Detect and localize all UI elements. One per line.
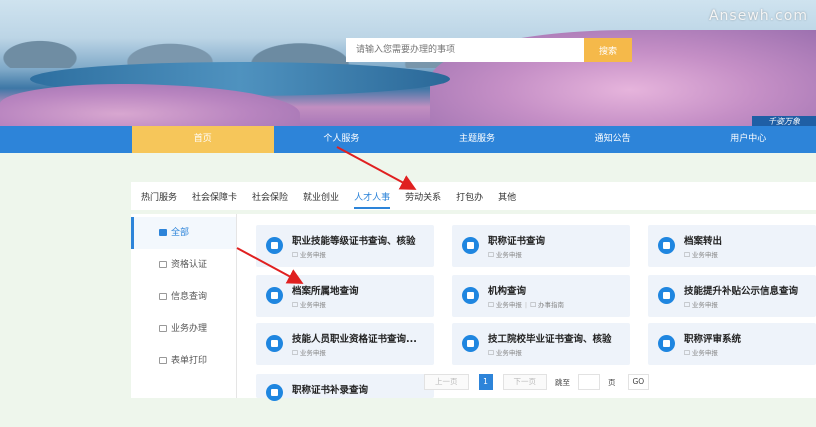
sidebar-item-info-query[interactable]: 信息查询 xyxy=(131,281,236,313)
sidebar-item-qualification[interactable]: 资格认证 xyxy=(131,249,236,281)
card-title: 档案所属地查询 xyxy=(292,286,359,297)
card-title: 机构查询 xyxy=(488,286,527,297)
card-title: 职业技能等级证书查询、核验 xyxy=(292,236,416,247)
service-card-title-supplement[interactable]: 职称证书补录查询 xyxy=(256,374,434,401)
card-tag[interactable]: ☐ 业务申报 xyxy=(292,249,326,259)
service-icon xyxy=(658,335,675,352)
next-page-button[interactable]: 下一页 xyxy=(502,374,547,390)
service-card-technical-school[interactable]: 技工院校毕业证书查询、核验 ☐ 业务申报 xyxy=(452,323,630,365)
sidebar-item-all[interactable]: 全部 xyxy=(131,217,236,249)
tab-hot-services[interactable]: 热门服务 xyxy=(141,190,177,203)
service-card-subsidy-info[interactable]: 技能提升补贴公示信息查询 ☐ 业务申报 xyxy=(648,275,816,317)
briefcase-icon xyxy=(159,325,167,332)
sidebar-item-label: 业务办理 xyxy=(171,324,208,334)
card-title: 技工院校毕业证书查询、核验 xyxy=(488,334,612,345)
card-tag[interactable]: ☐ 业务申报 xyxy=(488,347,522,357)
service-icon xyxy=(266,287,283,304)
tab-social-security-card[interactable]: 社会保障卡 xyxy=(192,190,237,203)
service-card-archive-out[interactable]: 档案转出 ☐ 业务申报 xyxy=(648,225,816,267)
card-tag[interactable]: ☐ 业务申报 xyxy=(684,249,718,259)
grid-icon xyxy=(159,229,167,236)
card-tag[interactable]: ☐ 业务申报 xyxy=(488,249,522,259)
sidebar-item-label: 资格认证 xyxy=(171,260,208,270)
hero-banner: Ansewh.com 千姿万象 xyxy=(0,0,816,126)
nav-item-theme-service[interactable]: 主题服务 xyxy=(409,126,545,153)
service-card-skill-qualification[interactable]: 技能人员职业资格证书查询... ☐ 业务申报 xyxy=(256,323,434,365)
card-title: 档案转出 xyxy=(684,236,723,247)
service-card-title-cert[interactable]: 职称证书查询 ☐ 业务申报 xyxy=(452,225,630,267)
card-title: 技能人员职业资格证书查询... xyxy=(292,334,417,345)
service-icon xyxy=(658,287,675,304)
service-icon xyxy=(462,335,479,352)
tab-talent-personnel[interactable]: 人才人事 xyxy=(354,190,391,209)
page-label: 页 xyxy=(608,377,616,387)
page-number-current[interactable]: 1 xyxy=(478,374,493,390)
service-card-agency-query[interactable]: 机构查询 ☐ 业务申报 | ☐ 办事指南 xyxy=(452,275,630,317)
card-title: 职称证书查询 xyxy=(488,236,546,247)
tab-labor-relations[interactable]: 劳动关系 xyxy=(405,190,441,203)
service-icon xyxy=(266,384,283,401)
card-tag[interactable]: ☐ 业务申报 xyxy=(684,347,718,357)
service-icon xyxy=(266,237,283,254)
id-card-icon xyxy=(159,261,167,268)
sidebar-item-label: 信息查询 xyxy=(171,292,208,302)
sidebar-item-business[interactable]: 业务办理 xyxy=(131,313,236,345)
nav-item-notice[interactable]: 通知公告 xyxy=(545,126,681,153)
pagination: 上一页 1 下一页 跳至 页 GO xyxy=(424,374,650,390)
jump-label: 跳至 xyxy=(555,377,570,387)
card-tags[interactable]: ☐ 业务申报 | ☐ 办事指南 xyxy=(488,299,564,309)
tab-employment[interactable]: 就业创业 xyxy=(303,190,339,203)
tab-social-insurance[interactable]: 社会保险 xyxy=(252,190,288,203)
service-icon xyxy=(462,237,479,254)
card-tag[interactable]: ☐ 业务申报 xyxy=(684,299,718,309)
nav-item-personal-service[interactable]: 个人服务 xyxy=(274,126,410,153)
tab-other[interactable]: 其他 xyxy=(498,190,516,203)
main-nav: 首页 个人服务 主题服务 通知公告 用户中心 xyxy=(0,126,816,153)
printer-icon xyxy=(159,357,167,364)
document-icon xyxy=(159,293,167,300)
search-button[interactable]: 搜索 xyxy=(584,38,632,62)
service-icon xyxy=(462,287,479,304)
tab-package[interactable]: 打包办 xyxy=(456,190,483,203)
service-card-title-review[interactable]: 职称评审系统 ☐ 业务申报 xyxy=(648,323,816,365)
watermark-text: Ansewh.com xyxy=(708,8,808,24)
card-title: 职称证书补录查询 xyxy=(292,385,369,396)
sidebar-item-form-print[interactable]: 表单打印 xyxy=(131,345,236,377)
sidebar-item-label: 全部 xyxy=(171,228,190,238)
banner-slogan: 千姿万象 xyxy=(752,116,816,126)
service-card-archive-location[interactable]: 档案所属地查询 ☐ 业务申报 xyxy=(256,275,434,317)
page-jump-input[interactable] xyxy=(578,374,600,390)
service-icon xyxy=(658,237,675,254)
category-tabs: 热门服务 社会保障卡 社会保险 就业创业 人才人事 劳动关系 打包办 其他 xyxy=(131,182,816,210)
service-icon xyxy=(266,335,283,352)
nav-item-user-center[interactable]: 用户中心 xyxy=(680,126,816,153)
service-card-skill-cert[interactable]: 职业技能等级证书查询、核验 ☐ 业务申报 xyxy=(256,225,434,267)
sidebar-item-label: 表单打印 xyxy=(171,356,208,366)
prev-page-button[interactable]: 上一页 xyxy=(424,374,469,390)
go-button[interactable]: GO xyxy=(627,374,650,390)
nav-item-home[interactable]: 首页 xyxy=(132,126,274,153)
card-title: 职称评审系统 xyxy=(684,334,742,345)
sidebar: 全部 资格认证 信息查询 业务办理 表单打印 xyxy=(131,214,237,398)
search-input[interactable] xyxy=(346,38,584,62)
card-tag[interactable]: ☐ 业务申报 xyxy=(292,299,326,309)
card-title: 技能提升补贴公示信息查询 xyxy=(684,286,799,297)
card-tag[interactable]: ☐ 业务申报 xyxy=(292,347,326,357)
